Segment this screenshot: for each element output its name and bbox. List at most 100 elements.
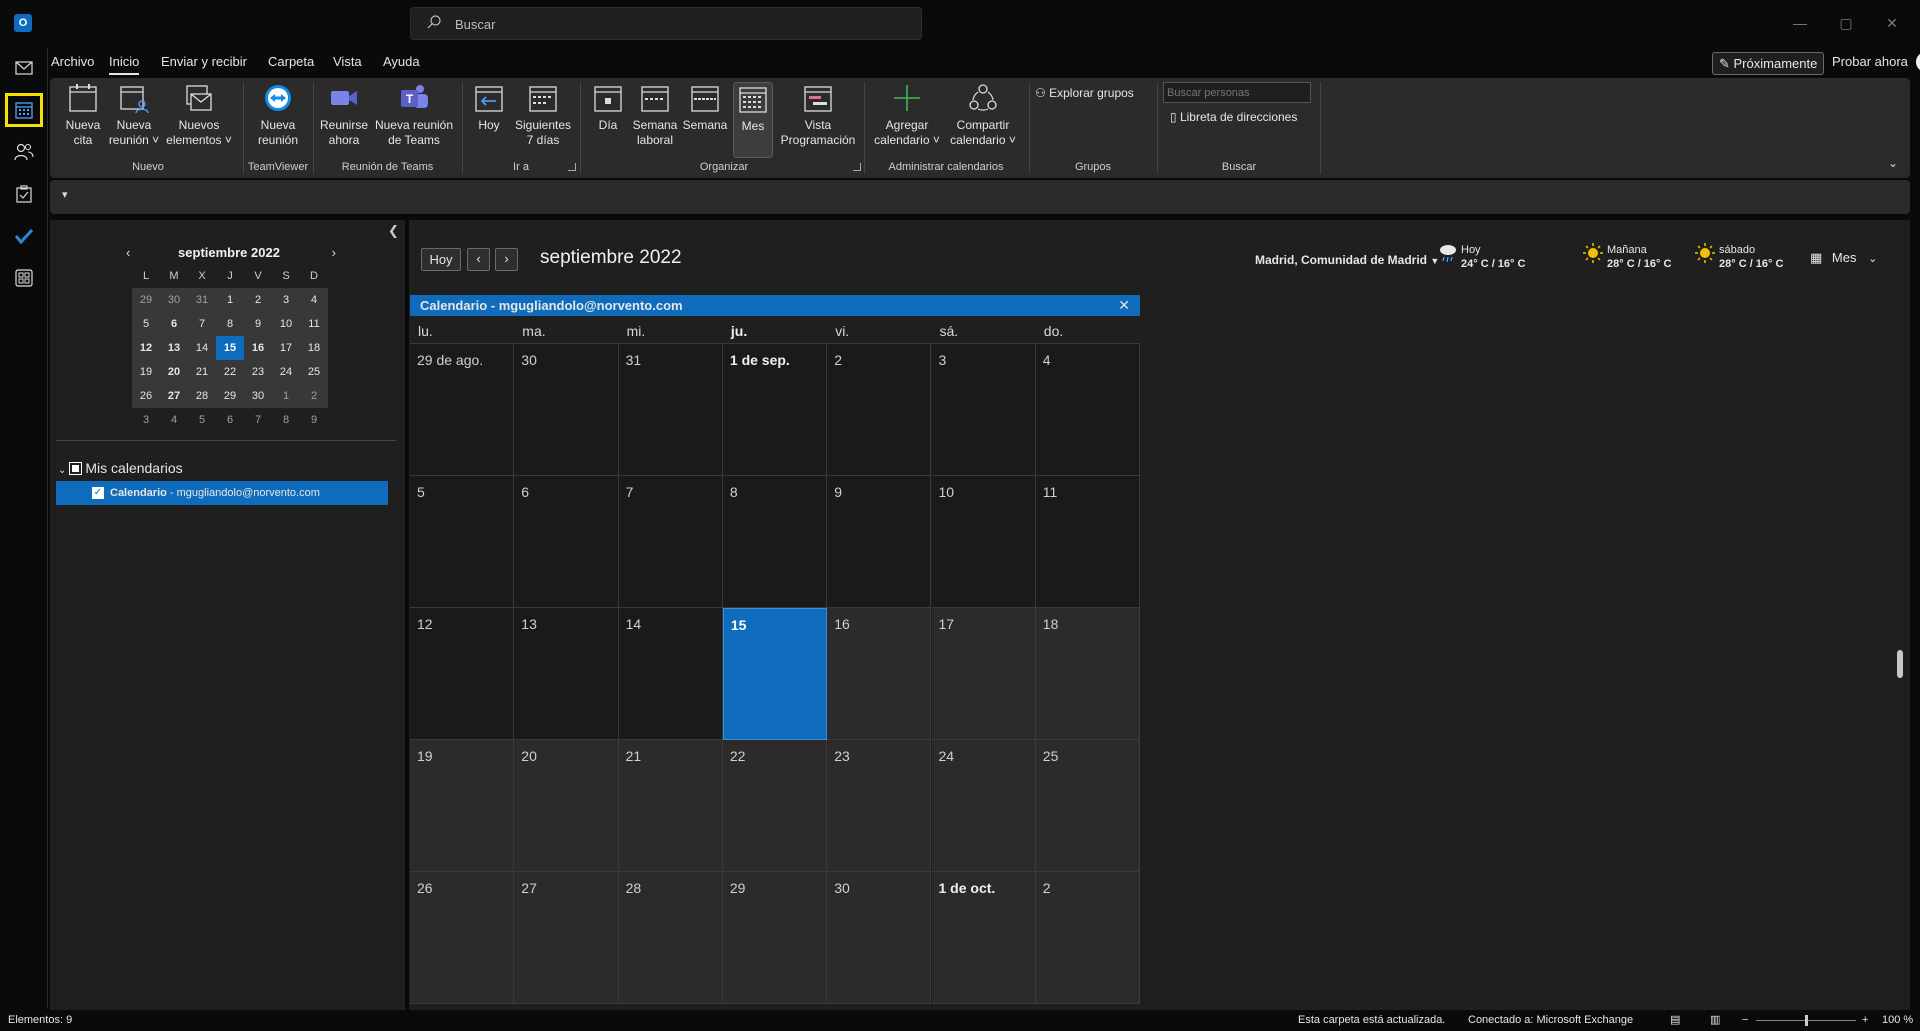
mini-calendar-day[interactable]: 11	[300, 312, 328, 336]
mini-calendar-day[interactable]: 16	[244, 336, 272, 360]
day-cell[interactable]: 17	[931, 608, 1036, 740]
mini-calendar-day[interactable]: 8	[216, 312, 244, 336]
work-week-view-button[interactable]: Semana laboral	[632, 82, 678, 148]
normal-view-icon[interactable]: ▤	[1670, 1010, 1680, 1031]
day-cell[interactable]: 18	[1035, 608, 1141, 740]
mini-prev-month-icon[interactable]: ‹	[126, 242, 130, 264]
day-cell[interactable]: 21	[618, 740, 723, 872]
mini-calendar-day[interactable]: 31	[188, 288, 216, 312]
go-today-button[interactable]: Hoy	[468, 82, 510, 133]
day-cell[interactable]: 31	[618, 344, 723, 476]
mini-calendar-day[interactable]: 7	[244, 408, 272, 432]
day-cell[interactable]: 27	[514, 872, 619, 1004]
mini-calendar-day[interactable]: 1	[272, 384, 300, 408]
browse-groups-button[interactable]: ⚇ Explorar grupos	[1035, 86, 1134, 100]
people-nav-button[interactable]	[6, 136, 42, 168]
meet-now-button[interactable]: Reunirse ahora	[317, 82, 371, 148]
mini-calendar-day[interactable]: 7	[188, 312, 216, 336]
mini-calendar-day[interactable]: 9	[244, 312, 272, 336]
calendar-nav-button[interactable]	[5, 93, 43, 127]
day-cell[interactable]: 10	[931, 476, 1036, 608]
tab-enviar-recibir[interactable]: Enviar y recibir	[161, 54, 247, 69]
mini-calendar-day[interactable]: 24	[272, 360, 300, 384]
mini-calendar-day[interactable]: 6	[216, 408, 244, 432]
mini-calendar-day[interactable]: 1	[216, 288, 244, 312]
day-cell[interactable]: 20	[514, 740, 619, 872]
day-cell[interactable]: 24	[931, 740, 1036, 872]
mini-calendar-day[interactable]: 23	[244, 360, 272, 384]
prev-month-button[interactable]: ‹	[467, 248, 490, 271]
day-cell[interactable]: 5	[410, 476, 515, 608]
mini-calendar-day[interactable]: 5	[188, 408, 216, 432]
share-calendar-button[interactable]: Compartir calendario ˅	[946, 82, 1020, 148]
new-teams-meeting-button[interactable]: T Nueva reunión de Teams	[372, 82, 456, 148]
close-window-button[interactable]: ✕	[1870, 10, 1914, 36]
new-items-button[interactable]: Nuevos elementos ˅	[162, 82, 236, 148]
day-cell[interactable]: 26	[410, 872, 515, 1004]
day-cell[interactable]: 2	[1035, 872, 1141, 1004]
mini-calendar-day[interactable]: 28	[188, 384, 216, 408]
mail-nav-button[interactable]	[6, 52, 42, 84]
zoom-out-icon[interactable]: −	[1742, 1010, 1748, 1031]
day-cell[interactable]: 1 de oct.	[931, 872, 1036, 1004]
todo-nav-button[interactable]	[6, 220, 42, 252]
my-calendars-group[interactable]: ⌄ Mis calendarios	[58, 460, 183, 476]
next-month-button[interactable]: ›	[495, 248, 518, 271]
day-cell[interactable]: 28	[618, 872, 723, 1004]
zoom-slider-thumb[interactable]	[1805, 1015, 1808, 1026]
today-button[interactable]: Hoy	[421, 248, 461, 271]
weather-location-dropdown[interactable]: Madrid, Comunidad de Madrid ▼	[1255, 253, 1439, 267]
ribbon-collapse-icon[interactable]: ⌄	[1888, 156, 1898, 170]
search-people-input[interactable]	[1163, 82, 1311, 103]
customize-toolbar-icon[interactable]: ▾	[62, 188, 68, 201]
new-meeting-button[interactable]: Nueva reunión ˅	[108, 82, 160, 148]
add-calendar-button[interactable]: Agregar calendario ˅	[870, 82, 944, 148]
day-cell[interactable]: 11	[1035, 476, 1141, 608]
apps-nav-button[interactable]	[6, 262, 42, 294]
mini-calendar-day[interactable]: 3	[132, 408, 160, 432]
mini-calendar-day[interactable]: 26	[132, 384, 160, 408]
day-cell[interactable]: 15	[722, 608, 828, 740]
tab-carpeta[interactable]: Carpeta	[268, 54, 314, 69]
minimize-button[interactable]: —	[1778, 10, 1822, 36]
mini-calendar-day[interactable]: 3	[272, 288, 300, 312]
mini-calendar-day[interactable]: 14	[188, 336, 216, 360]
day-cell[interactable]: 9	[827, 476, 932, 608]
organizar-launcher[interactable]	[853, 163, 861, 171]
teamviewer-meeting-button[interactable]: Nueva reunión	[247, 82, 309, 148]
mini-calendar-day[interactable]: 30	[244, 384, 272, 408]
search-input[interactable]	[455, 14, 895, 34]
weather-tomorrow[interactable]: Mañana 28° C / 16° C	[1583, 243, 1671, 271]
mini-calendar-day[interactable]: 9	[300, 408, 328, 432]
mini-calendar-day[interactable]: 19	[132, 360, 160, 384]
expand-icon[interactable]: ⌄	[58, 465, 66, 476]
coming-soon-button[interactable]: ✎ Próximamente	[1712, 52, 1825, 75]
day-cell[interactable]: 22	[722, 740, 828, 872]
day-view-button[interactable]: Día	[588, 82, 628, 133]
schedule-view-button[interactable]: Vista Programación	[778, 82, 858, 148]
mini-calendar-day[interactable]: 15	[216, 336, 244, 360]
next-7-days-button[interactable]: Siguientes 7 días	[513, 82, 573, 148]
mini-calendar-day[interactable]: 2	[244, 288, 272, 312]
mini-calendar-day[interactable]: 25	[300, 360, 328, 384]
zoom-level[interactable]: 100 %	[1882, 1010, 1913, 1031]
mini-calendar-day[interactable]: 8	[272, 408, 300, 432]
mini-calendar-day[interactable]: 20	[160, 360, 188, 384]
reading-view-icon[interactable]: ▥	[1710, 1010, 1720, 1031]
day-cell[interactable]: 16	[827, 608, 932, 740]
day-cell[interactable]: 30	[827, 872, 932, 1004]
search-box[interactable]	[410, 7, 922, 40]
day-cell[interactable]: 29	[722, 872, 828, 1004]
week-view-button[interactable]: Semana	[682, 82, 728, 133]
collapse-pane-icon[interactable]: ❮	[388, 223, 399, 239]
tab-ayuda[interactable]: Ayuda	[383, 54, 420, 69]
tasks-nav-button[interactable]	[6, 178, 42, 210]
mini-calendar-day[interactable]: 4	[300, 288, 328, 312]
mini-calendar-day[interactable]: 22	[216, 360, 244, 384]
day-cell[interactable]: 19	[410, 740, 515, 872]
mini-calendar-day[interactable]: 29	[132, 288, 160, 312]
mini-calendar-day[interactable]: 17	[272, 336, 300, 360]
day-cell[interactable]: 13	[514, 608, 619, 740]
zoom-in-icon[interactable]: +	[1862, 1010, 1868, 1031]
vertical-scrollbar[interactable]	[1895, 320, 1905, 1010]
